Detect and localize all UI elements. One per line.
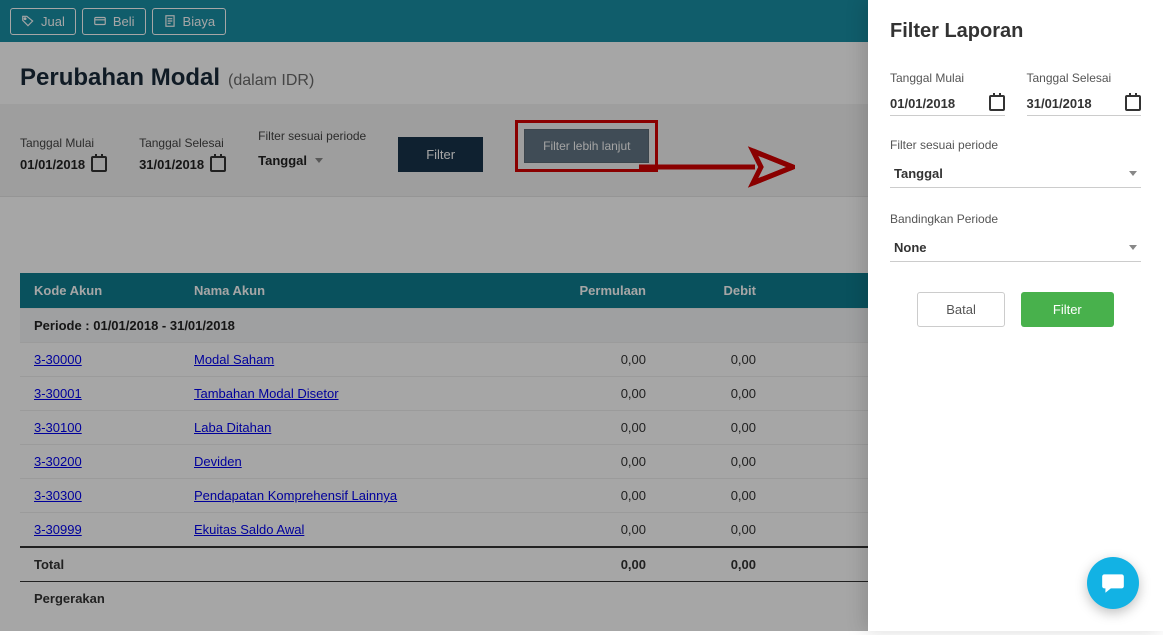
cell-perm: 0,00 [530, 479, 660, 513]
akun-code-link[interactable]: 3-30200 [34, 454, 82, 469]
sp-tgl-mulai-label: Tanggal Mulai [890, 71, 1005, 85]
total-label: Total [20, 547, 530, 582]
tgl-selesai-field[interactable]: 31/01/2018 [139, 156, 226, 172]
tgl-mulai-label: Tanggal Mulai [20, 136, 107, 150]
biaya-label: Biaya [183, 14, 216, 29]
arrow-annotation-icon [635, 145, 795, 189]
cell-perm: 0,00 [530, 411, 660, 445]
tgl-mulai-field[interactable]: 01/01/2018 [20, 156, 107, 172]
chevron-down-icon [315, 158, 323, 163]
card-icon [93, 14, 107, 28]
receipt-icon [163, 14, 177, 28]
jual-button[interactable]: Jual [10, 8, 76, 35]
cell-perm: 0,00 [530, 445, 660, 479]
calendar-icon [91, 156, 107, 172]
filter-button[interactable]: Filter [398, 137, 483, 172]
biaya-button[interactable]: Biaya [152, 8, 227, 35]
cell-debit: 0,00 [660, 479, 770, 513]
filter-side-panel: Filter Laporan Tanggal Mulai 01/01/2018 … [868, 0, 1163, 631]
th-debit: Debit [660, 273, 770, 309]
jual-label: Jual [41, 14, 65, 29]
beli-label: Beli [113, 14, 135, 29]
sp-tgl-mulai-value: 01/01/2018 [890, 96, 955, 111]
chat-icon [1100, 570, 1126, 596]
sp-tgl-selesai-label: Tanggal Selesai [1027, 71, 1142, 85]
th-nama: Nama Akun [180, 273, 530, 309]
akun-name-link[interactable]: Ekuitas Saldo Awal [194, 522, 304, 537]
sp-periode-value: Tanggal [894, 166, 943, 181]
calendar-icon [1125, 95, 1141, 111]
total-debit: 0,00 [660, 547, 770, 582]
tag-icon [21, 14, 35, 28]
tgl-mulai-value: 01/01/2018 [20, 157, 85, 172]
beli-button[interactable]: Beli [82, 8, 146, 35]
sp-bandingkan-value: None [894, 240, 927, 255]
batal-button[interactable]: Batal [917, 292, 1005, 327]
page-title: Perubahan Modal [20, 64, 220, 92]
akun-code-link[interactable]: 3-30001 [34, 386, 82, 401]
akun-name-link[interactable]: Modal Saham [194, 352, 274, 367]
akun-name-link[interactable]: Laba Ditahan [194, 420, 271, 435]
filter-lanjut-button[interactable]: Filter lebih lanjut [524, 129, 649, 163]
panel-title: Filter Laporan [890, 20, 1141, 43]
cell-debit: 0,00 [660, 377, 770, 411]
calendar-icon [989, 95, 1005, 111]
chat-button[interactable] [1087, 557, 1139, 609]
periode-value: Tanggal [258, 153, 307, 168]
chevron-down-icon [1129, 245, 1137, 250]
cell-perm: 0,00 [530, 377, 660, 411]
akun-code-link[interactable]: 3-30999 [34, 522, 82, 537]
cell-debit: 0,00 [660, 411, 770, 445]
chevron-down-icon [1129, 171, 1137, 176]
periode-select[interactable]: Tanggal [258, 149, 366, 172]
calendar-icon [210, 156, 226, 172]
cell-perm: 0,00 [530, 343, 660, 377]
sp-tgl-selesai-value: 31/01/2018 [1027, 96, 1092, 111]
th-permulaan: Permulaan [530, 273, 660, 309]
cell-debit: 0,00 [660, 343, 770, 377]
sp-periode-select[interactable]: Tanggal [890, 160, 1141, 188]
akun-code-link[interactable]: 3-30300 [34, 488, 82, 503]
sp-periode-label: Filter sesuai periode [890, 138, 1141, 152]
akun-name-link[interactable]: Pendapatan Komprehensif Lainnya [194, 488, 397, 503]
tgl-selesai-label: Tanggal Selesai [139, 136, 226, 150]
th-kode: Kode Akun [20, 273, 180, 309]
page-currency: (dalam IDR) [228, 72, 314, 90]
akun-name-link[interactable]: Deviden [194, 454, 242, 469]
akun-name-link[interactable]: Tambahan Modal Disetor [194, 386, 339, 401]
sp-tgl-mulai-field[interactable]: 01/01/2018 [890, 91, 1005, 116]
cell-debit: 0,00 [660, 513, 770, 548]
sp-tgl-selesai-field[interactable]: 31/01/2018 [1027, 91, 1142, 116]
tgl-selesai-value: 31/01/2018 [139, 157, 204, 172]
cell-perm: 0,00 [530, 513, 660, 548]
sp-bandingkan-select[interactable]: None [890, 234, 1141, 262]
periode-label: Filter sesuai periode [258, 129, 366, 143]
cell-debit: 0,00 [660, 445, 770, 479]
pergerakan-label: Pergerakan [20, 582, 770, 616]
akun-code-link[interactable]: 3-30100 [34, 420, 82, 435]
apply-filter-button[interactable]: Filter [1021, 292, 1114, 327]
sp-bandingkan-label: Bandingkan Periode [890, 212, 1141, 226]
total-perm: 0,00 [530, 547, 660, 582]
akun-code-link[interactable]: 3-30000 [34, 352, 82, 367]
